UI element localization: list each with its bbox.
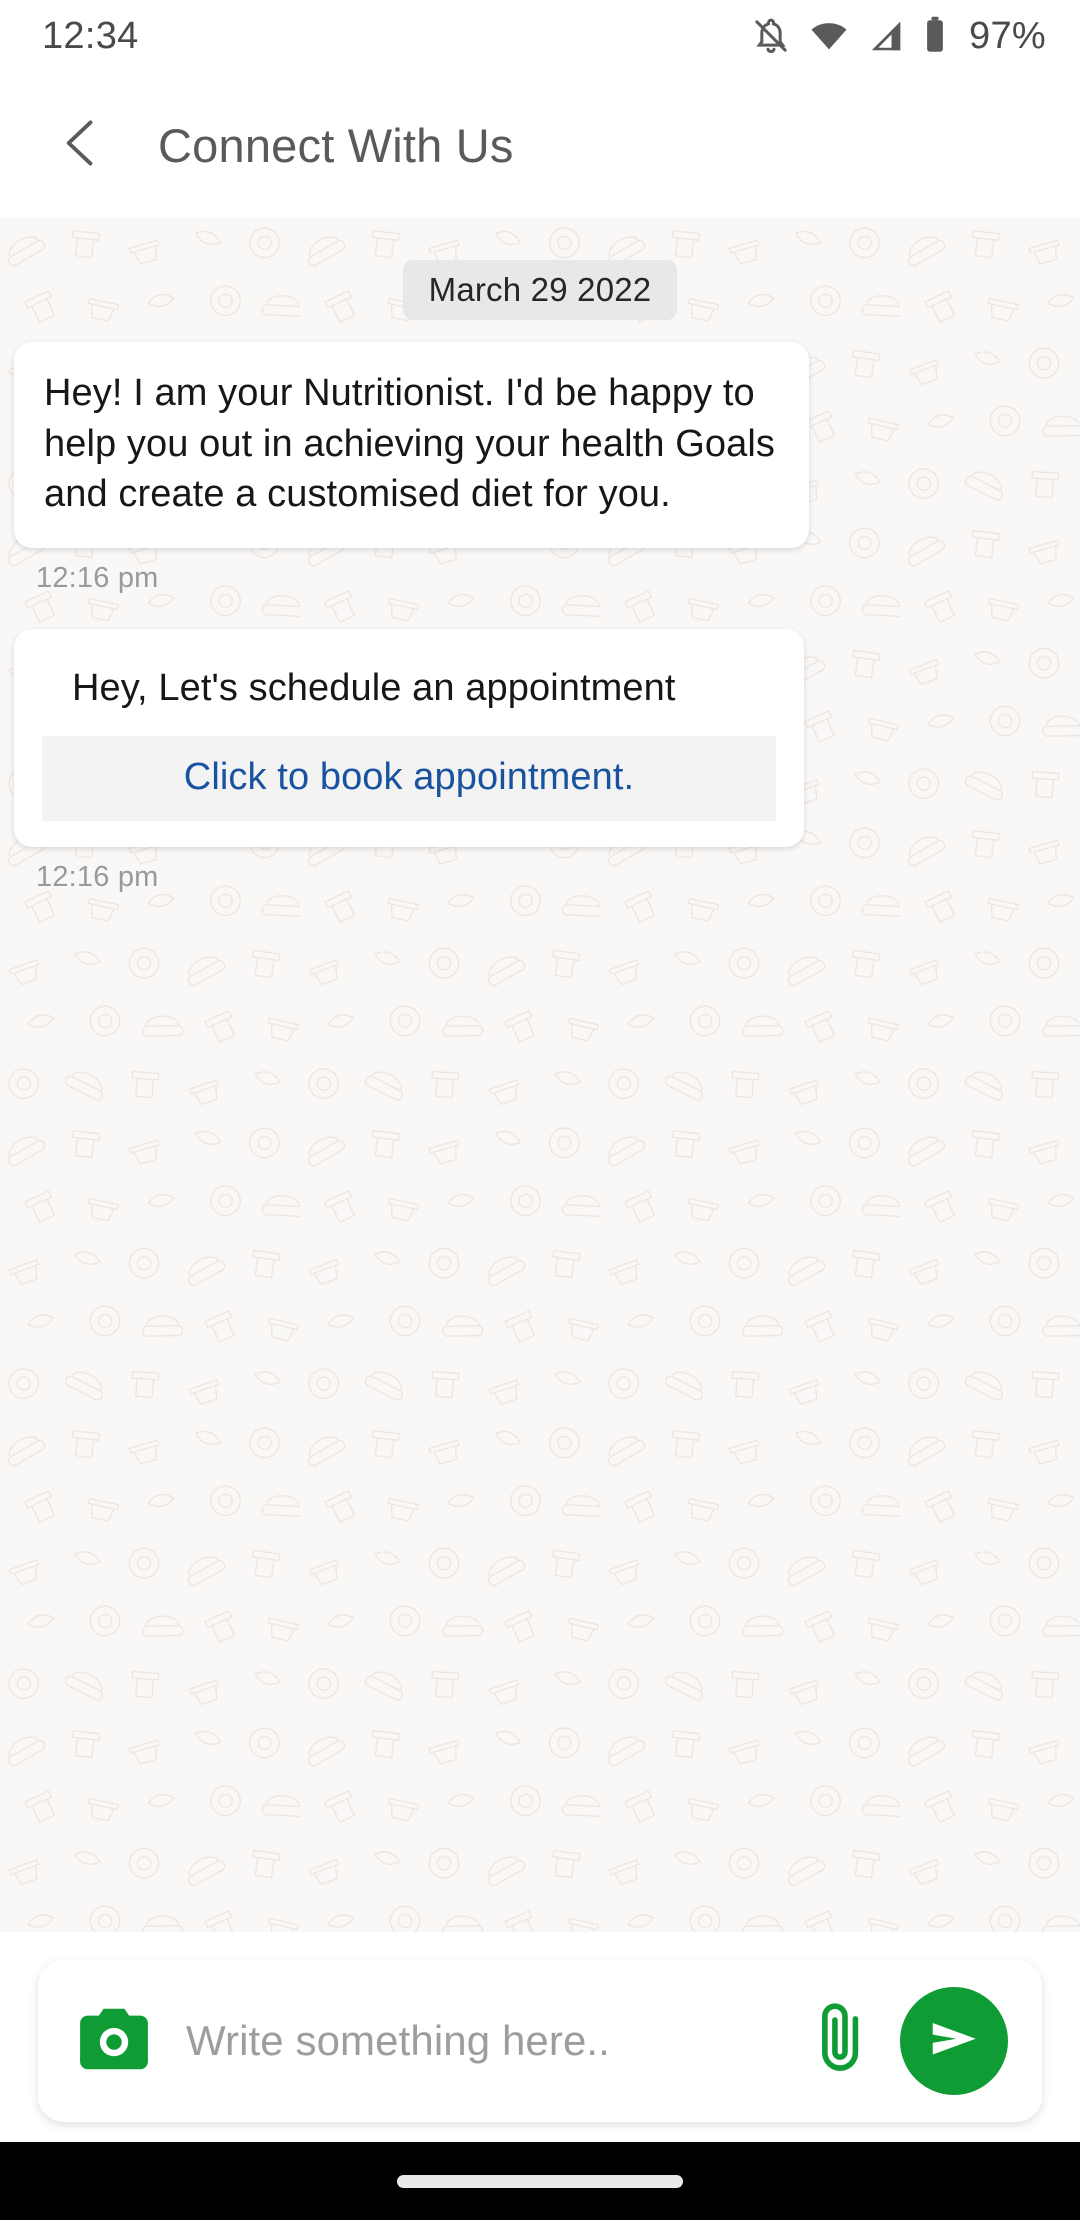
message-group: Hey! I am your Nutritionist. I'd be happ… — [0, 342, 1080, 595]
wifi-icon — [808, 16, 850, 56]
date-separator: March 29 2022 — [402, 260, 678, 320]
attach-button[interactable] — [802, 1995, 882, 2087]
composer-container — [0, 1960, 1080, 2122]
system-navigation-bar — [0, 2142, 1080, 2220]
composer-bar — [38, 1960, 1042, 2122]
message-group: Hey, Let's schedule an appointment Click… — [0, 628, 1080, 894]
chat-scroll-area[interactable]: March 29 2022 Hey! I am your Nutritionis… — [0, 218, 1080, 1932]
message-input[interactable] — [186, 2017, 802, 2065]
back-button[interactable] — [24, 87, 140, 203]
gesture-pill[interactable] — [397, 2174, 683, 2188]
battery-icon — [922, 15, 948, 57]
status-icon-group: 97% — [751, 15, 1046, 58]
send-icon — [925, 2010, 983, 2073]
chevron-left-icon — [53, 114, 111, 177]
book-appointment-button[interactable]: Click to book appointment. — [42, 735, 776, 821]
message-bubble-card: Hey, Let's schedule an appointment Click… — [14, 628, 804, 847]
cellular-signal-icon — [867, 16, 905, 56]
camera-button[interactable] — [76, 2003, 152, 2079]
status-bar: 12:34 97% — [0, 0, 1080, 72]
send-button[interactable] — [900, 1987, 1008, 2095]
message-timestamp: 12:16 pm — [36, 860, 159, 893]
card-title: Hey, Let's schedule an appointment — [72, 666, 676, 709]
paperclip-icon — [814, 1998, 870, 2085]
battery-percent-label: 97% — [969, 14, 1046, 57]
message-timestamp: 12:16 pm — [36, 561, 159, 594]
app-bar: Connect With Us — [0, 72, 1080, 218]
phone-screen: 12:34 97% Connect With Us March 29 2022 … — [0, 0, 1080, 2220]
date-separator-row: March 29 2022 — [0, 260, 1080, 320]
bell-off-icon — [751, 16, 791, 56]
status-time: 12:34 — [42, 14, 139, 57]
page-title: Connect With Us — [158, 118, 514, 172]
camera-icon — [77, 2005, 151, 2078]
message-text: Hey! I am your Nutritionist. I'd be happ… — [44, 372, 775, 516]
message-bubble-incoming: Hey! I am your Nutritionist. I'd be happ… — [14, 342, 809, 548]
